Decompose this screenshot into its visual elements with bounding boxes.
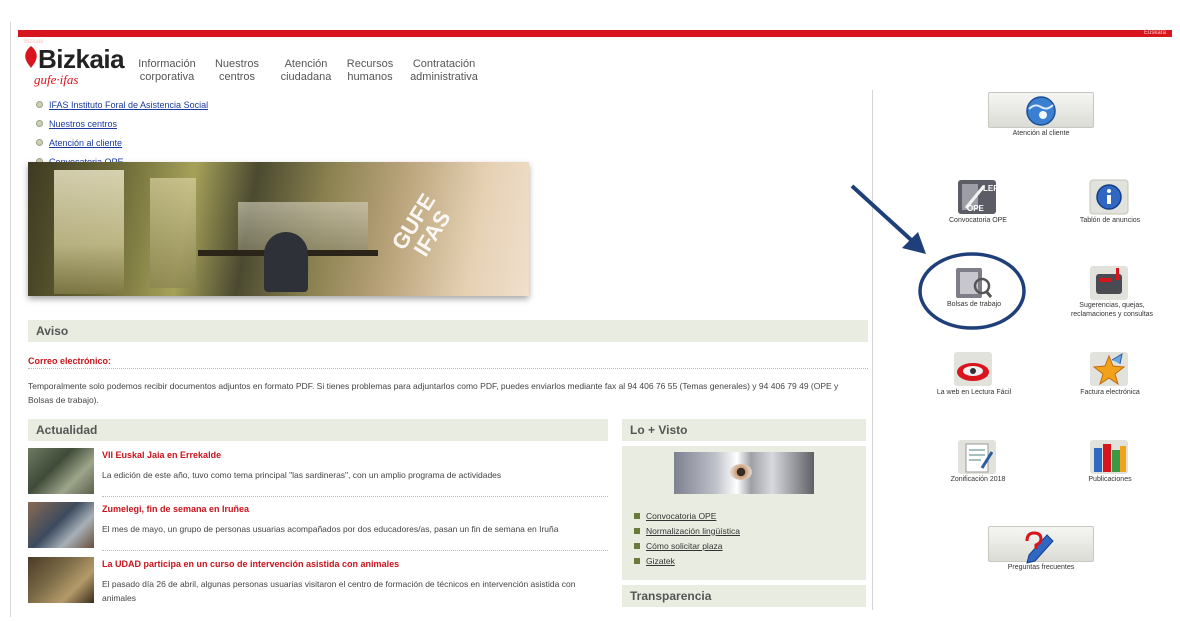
news-description: El pasado día 26 de abril, algunas perso… bbox=[102, 579, 576, 603]
news-thumbnail[interactable] bbox=[28, 502, 94, 548]
logo-word: Bizkaia bbox=[38, 44, 125, 74]
banner-doorway bbox=[54, 170, 124, 294]
quick-links: IFAS Instituto Foral de Asistencia Socia… bbox=[36, 95, 208, 171]
tablon-anuncios-label[interactable]: Tablón de anuncios bbox=[1060, 216, 1160, 225]
visto-link-convocatoria[interactable]: Convocatoria OPE bbox=[634, 508, 740, 523]
aviso-text: Temporalmente solo podemos recibir docum… bbox=[28, 381, 839, 405]
preguntas-frecuentes-button[interactable] bbox=[988, 526, 1094, 564]
banner-person bbox=[264, 232, 308, 292]
square-bullet-icon bbox=[634, 527, 640, 534]
nav-nuestros-centros[interactable]: Nuestros centros bbox=[208, 58, 276, 84]
e-invoice-icon[interactable] bbox=[1088, 350, 1130, 388]
square-bullet-icon bbox=[634, 512, 640, 519]
news-title[interactable]: Zumelegi, fin de semana en Iruñea bbox=[102, 504, 249, 514]
column-divider bbox=[872, 90, 873, 610]
top-red-bar: Bizkaia Euskara bbox=[18, 30, 1172, 45]
sugerencias-label[interactable]: Sugerencias, quejas, reclamaciones y con… bbox=[1058, 301, 1166, 319]
link-nuestros-centros[interactable]: Nuestros centros bbox=[36, 114, 208, 133]
nav-contratacion-administrativa[interactable]: Contratación administrativa bbox=[404, 58, 494, 84]
link-ifas[interactable]: IFAS Instituto Foral de Asistencia Socia… bbox=[36, 95, 208, 114]
bizkaia-logo[interactable]: Bizkaia gufe·ifas bbox=[24, 42, 134, 90]
job-board-icon[interactable] bbox=[952, 264, 994, 302]
document-icon[interactable] bbox=[956, 438, 998, 476]
link-atencion-cliente[interactable]: Atención al cliente bbox=[36, 133, 208, 152]
lo-visto-panel: Convocatoria OPE Normalización lingüísti… bbox=[622, 446, 866, 580]
factura-electronica-label[interactable]: Factura electrónica bbox=[1060, 388, 1160, 397]
bullet-icon bbox=[36, 101, 43, 108]
lo-visto-header: Lo + Visto bbox=[622, 419, 866, 441]
news-title[interactable]: La UDAD participa en un curso de interve… bbox=[102, 559, 399, 569]
banner-doorway-2 bbox=[150, 178, 196, 288]
visto-link-normalizacion[interactable]: Normalización lingüística bbox=[634, 523, 740, 538]
svg-text:LEP: LEP bbox=[983, 184, 998, 193]
nav-informacion-corporativa[interactable]: Información corporativa bbox=[136, 58, 208, 84]
square-bullet-icon bbox=[634, 557, 640, 564]
info-icon[interactable] bbox=[1088, 178, 1130, 216]
eye-icon bbox=[730, 464, 752, 480]
bullet-icon bbox=[36, 139, 43, 146]
bizkaia-tree-icon bbox=[25, 46, 37, 68]
nav-atencion-ciudadana[interactable]: Atención ciudadana bbox=[276, 58, 346, 84]
transparencia-header[interactable]: Transparencia bbox=[622, 585, 866, 607]
hero-banner: GUFE IFAS bbox=[28, 162, 529, 296]
top-navigation: Información corporativa Nuestros centros A… bbox=[136, 58, 494, 84]
books-icon[interactable] bbox=[1088, 438, 1130, 476]
lep-ope-icon[interactable]: LEP OPE bbox=[956, 178, 998, 216]
nav-recursos-humanos[interactable]: Recursos humanos bbox=[346, 58, 404, 84]
news-description: La edición de este año, tuvo como tema p… bbox=[102, 470, 502, 480]
divider bbox=[28, 368, 868, 369]
divider bbox=[102, 550, 608, 551]
zonificacion-label[interactable]: Zonificación 2018 bbox=[928, 475, 1028, 484]
pencil-question-icon bbox=[1025, 531, 1054, 564]
news-thumbnail[interactable] bbox=[28, 448, 94, 494]
logo-subtitle: gufe·ifas bbox=[34, 72, 79, 87]
preguntas-frecuentes-label[interactable]: Preguntas frecuentes bbox=[988, 563, 1094, 572]
bullet-icon bbox=[36, 120, 43, 127]
convocatoria-ope-label[interactable]: Convocatoria OPE bbox=[928, 216, 1028, 225]
divider bbox=[102, 496, 608, 497]
globe-icon bbox=[1026, 96, 1056, 126]
bolsas-trabajo-label[interactable]: Bolsas de trabajo bbox=[924, 300, 1024, 309]
actualidad-header: Actualidad bbox=[28, 419, 608, 441]
visto-link-solicitar-plaza[interactable]: Cómo solicitar plaza bbox=[634, 538, 740, 553]
easy-reading-icon[interactable] bbox=[952, 350, 994, 388]
visto-link-gizatek[interactable]: Gizatek bbox=[634, 553, 740, 568]
banner-brand: GUFE IFAS bbox=[386, 189, 456, 261]
aviso-header: Aviso bbox=[28, 320, 868, 342]
news-thumbnail[interactable] bbox=[28, 557, 94, 603]
lectura-facil-label[interactable]: La web en Lectura Fácil bbox=[924, 388, 1024, 397]
aviso-subtitle: Correo electrónico: bbox=[28, 356, 112, 366]
svg-text:OPE: OPE bbox=[967, 204, 985, 213]
mailbox-icon[interactable] bbox=[1088, 264, 1130, 302]
top-bar-language[interactable]: Euskara bbox=[1144, 30, 1166, 37]
news-title[interactable]: VII Euskal Jaia en Errekalde bbox=[102, 450, 221, 460]
news-description: El mes de mayo, un grupo de personas usu… bbox=[102, 524, 559, 534]
atencion-cliente-button[interactable] bbox=[988, 92, 1094, 128]
square-bullet-icon bbox=[634, 542, 640, 549]
atencion-cliente-label[interactable]: Atención al cliente bbox=[988, 129, 1094, 138]
publicaciones-label[interactable]: Publicaciones bbox=[1060, 475, 1160, 484]
